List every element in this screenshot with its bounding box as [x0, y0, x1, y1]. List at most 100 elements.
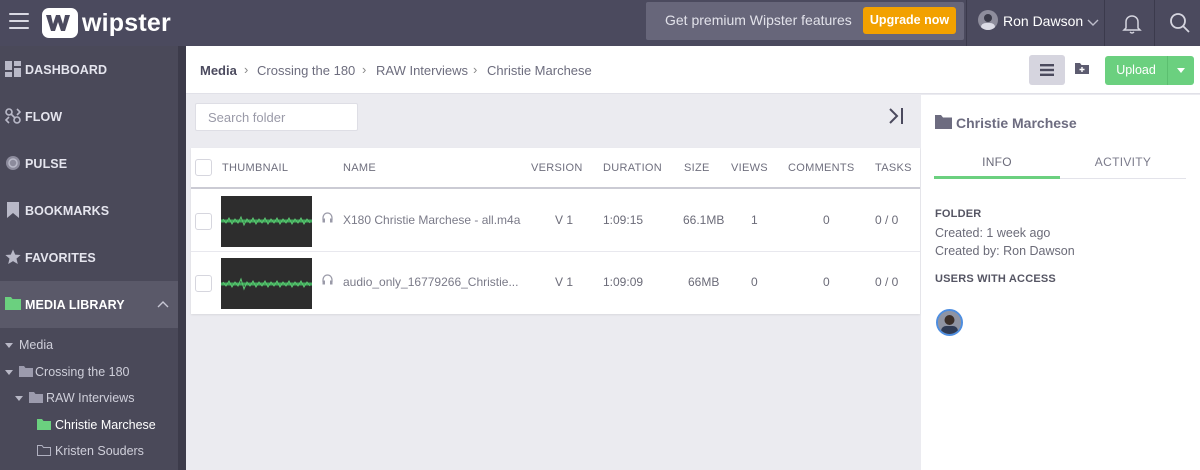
- folder-icon: [935, 115, 952, 129]
- tree-item-label: Media: [19, 338, 54, 352]
- column-header-tasks[interactable]: TASKS: [875, 162, 912, 174]
- divider: [966, 0, 967, 46]
- row-checkbox[interactable]: [195, 275, 212, 292]
- new-folder-icon[interactable]: [1075, 62, 1089, 74]
- caret-down-icon: [15, 396, 23, 402]
- upload-options-button[interactable]: [1167, 56, 1194, 85]
- bell-icon[interactable]: [1120, 11, 1144, 35]
- breadcrumb-header: Media › Crossing the 180 › RAW Interview…: [186, 46, 1200, 94]
- sidebar-item-pulse[interactable]: PULSE: [0, 140, 178, 187]
- headphones-icon: [322, 212, 333, 223]
- sidebar-item-label: DASHBOARD: [25, 63, 108, 77]
- sidebar-item-label: PULSE: [25, 157, 68, 171]
- chevron-up-icon[interactable]: [157, 300, 169, 308]
- sidebar: DASHBOARD FLOW PULSE BOOKMARKS FAVORITES…: [0, 46, 186, 470]
- wipster-logo-icon[interactable]: [42, 8, 78, 38]
- column-header-version[interactable]: VERSION: [531, 162, 583, 174]
- headphones-icon: [322, 274, 333, 285]
- duration-value: 1:09:15: [603, 213, 644, 227]
- comments-value: 0: [823, 213, 830, 227]
- sidebar-item-label: FAVORITES: [25, 251, 96, 265]
- users-access-label: USERS WITH ACCESS: [935, 273, 1056, 285]
- sidebar-scrollbar[interactable]: [178, 46, 186, 470]
- sidebar-item-flow[interactable]: FLOW: [0, 93, 178, 140]
- table-row[interactable]: X180 Christie Marchese - all.m4a V 1 1:0…: [191, 191, 920, 252]
- tree-item-raw-interviews[interactable]: RAW Interviews: [15, 391, 134, 405]
- caret-down-icon: [5, 370, 13, 376]
- tab-activity[interactable]: ACTIVITY: [1060, 155, 1186, 179]
- sidebar-item-label: FLOW: [25, 110, 63, 124]
- caret-down-icon: [1177, 68, 1185, 73]
- column-header-name[interactable]: NAME: [343, 162, 376, 174]
- collapse-panel-icon[interactable]: [886, 106, 906, 126]
- version-value: V 1: [555, 213, 574, 227]
- column-header-duration[interactable]: DURATION: [603, 162, 662, 174]
- column-header-views[interactable]: VIEWS: [731, 162, 768, 174]
- top-bar: wipster Get premium Wipster features Upg…: [0, 0, 1200, 46]
- breadcrumb-item[interactable]: Media: [200, 63, 237, 78]
- views-value: 1: [751, 213, 758, 227]
- search-icon[interactable]: [1168, 11, 1192, 35]
- column-header-size[interactable]: SIZE: [684, 162, 710, 174]
- upgrade-button[interactable]: Upgrade now: [863, 7, 956, 34]
- folder-icon: [37, 419, 51, 430]
- breadcrumb-item[interactable]: Crossing the 180: [257, 63, 355, 78]
- folder-icon: [19, 366, 33, 377]
- folder-outline-icon: [37, 445, 51, 456]
- file-name[interactable]: X180 Christie Marchese - all.m4a: [343, 213, 520, 227]
- panel-title: Christie Marchese: [956, 115, 1077, 131]
- tree-item-christie-marchese[interactable]: Christie Marchese: [37, 418, 156, 432]
- audio-waveform-thumbnail[interactable]: [221, 258, 312, 309]
- file-name[interactable]: audio_only_16779266_Christie...: [343, 275, 518, 289]
- audio-waveform-thumbnail[interactable]: [221, 196, 312, 247]
- views-value: 0: [751, 275, 758, 289]
- sidebar-item-label: BOOKMARKS: [25, 204, 110, 218]
- row-checkbox[interactable]: [195, 213, 212, 230]
- size-value: 66.1MB: [683, 213, 725, 227]
- upload-button[interactable]: Upload: [1105, 56, 1167, 85]
- comments-value: 0: [823, 275, 830, 289]
- breadcrumb-item[interactable]: Christie Marchese: [487, 63, 592, 78]
- size-value: 66MB: [688, 275, 720, 289]
- bookmark-icon: [7, 202, 19, 218]
- flow-icon: [5, 108, 21, 124]
- tree-item-kristen-souders[interactable]: Kristen Souders: [37, 444, 144, 458]
- avatar[interactable]: [936, 309, 963, 336]
- folder-section-label: FOLDER: [935, 208, 982, 220]
- version-value: V 1: [555, 275, 574, 289]
- tasks-value: 0 / 0: [875, 213, 899, 227]
- breadcrumb-item[interactable]: RAW Interviews: [376, 63, 468, 78]
- select-all-checkbox[interactable]: [195, 159, 212, 176]
- breadcrumb-separator: ›: [244, 62, 249, 77]
- tree-item-label: Crossing the 180: [35, 365, 130, 379]
- list-view-button[interactable]: [1029, 55, 1065, 85]
- created-text: Created: 1 week ago: [935, 226, 1051, 240]
- pulse-icon: [6, 156, 20, 170]
- tree-item-label: Christie Marchese: [55, 418, 156, 432]
- tree-item-label: Kristen Souders: [55, 444, 144, 458]
- folder-icon: [5, 297, 21, 310]
- star-icon: [5, 249, 21, 264]
- media-table: THUMBNAIL NAME VERSION DURATION SIZE VIE…: [191, 148, 920, 314]
- sidebar-item-label: MEDIA LIBRARY: [25, 298, 125, 312]
- logo-text[interactable]: wipster: [82, 9, 171, 38]
- table-row[interactable]: audio_only_16779266_Christie... V 1 1:09…: [191, 253, 920, 314]
- column-header-thumbnail: THUMBNAIL: [222, 162, 289, 174]
- duration-value: 1:09:09: [603, 275, 644, 289]
- tab-info[interactable]: INFO: [934, 155, 1060, 179]
- column-header-comments[interactable]: COMMENTS: [788, 162, 855, 174]
- sidebar-item-dashboard[interactable]: DASHBOARD: [0, 46, 178, 93]
- avatar: [978, 10, 998, 30]
- tree-item-crossing-the-180[interactable]: Crossing the 180: [5, 365, 130, 379]
- search-folder-input[interactable]: [195, 103, 358, 131]
- tree-item-media[interactable]: Media: [5, 338, 53, 352]
- breadcrumb-separator: ›: [473, 62, 478, 77]
- breadcrumb-separator: ›: [362, 62, 367, 77]
- sidebar-item-media-library[interactable]: MEDIA LIBRARY: [0, 281, 178, 328]
- sidebar-item-favorites[interactable]: FAVORITES: [0, 234, 178, 281]
- premium-promo: Get premium Wipster features Upgrade now: [646, 2, 964, 40]
- hamburger-menu-icon[interactable]: [9, 13, 29, 31]
- sidebar-item-bookmarks[interactable]: BOOKMARKS: [0, 187, 178, 234]
- user-name: Ron Dawson: [1003, 13, 1084, 29]
- table-header: THUMBNAIL NAME VERSION DURATION SIZE VIE…: [191, 148, 920, 189]
